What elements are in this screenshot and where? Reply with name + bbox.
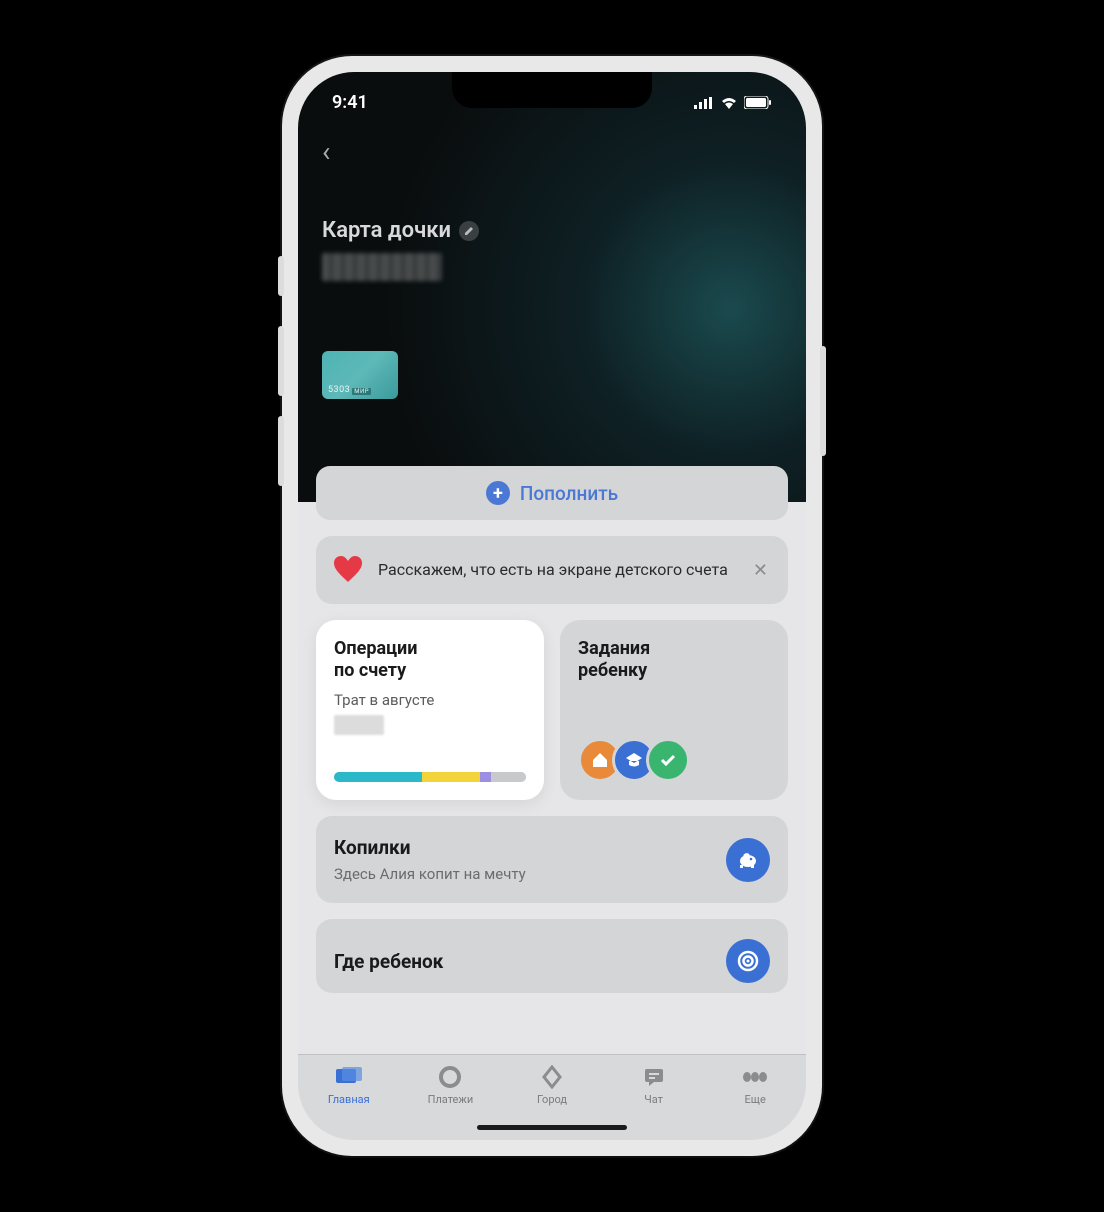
tab-payments[interactable]: Платежи (400, 1065, 502, 1106)
piggy-icon (726, 838, 770, 882)
pencil-icon (464, 226, 474, 236)
card-icon (335, 1065, 363, 1089)
tasks-tile[interactable]: Задания ребенку (560, 620, 788, 800)
tile-title-line: Задания (578, 638, 650, 659)
amount-redacted (334, 715, 384, 735)
tile-title-line: Операции (334, 638, 417, 659)
heart-icon (332, 554, 364, 586)
topup-button[interactable]: + Пополнить (316, 466, 788, 520)
edit-button[interactable] (459, 221, 479, 241)
diamond-icon (538, 1065, 566, 1089)
check-icon (646, 738, 690, 782)
tile-subtitle: Трат в августе (334, 691, 526, 709)
tab-label: Главная (328, 1093, 370, 1106)
home-indicator[interactable] (477, 1125, 627, 1130)
spending-bar (334, 772, 526, 782)
status-time: 9:41 (332, 92, 368, 113)
content-area: + Пополнить Расскажем, что есть на экран… (298, 466, 806, 993)
tab-label: Чат (644, 1093, 663, 1106)
piggy-subtitle: Здесь Алия копит на мечту (334, 865, 726, 883)
side-button (278, 416, 284, 486)
operations-tile[interactable]: Операции по счету Трат в августе (316, 620, 544, 800)
piggy-title: Копилки (334, 836, 726, 859)
tab-bar: Главная Платежи Город Чат Еще (298, 1054, 806, 1140)
back-button[interactable]: ‹ (322, 135, 330, 168)
circle-icon (436, 1065, 464, 1089)
tab-more[interactable]: Еще (704, 1065, 806, 1106)
tab-home[interactable]: Главная (298, 1065, 400, 1106)
dots-icon (741, 1065, 769, 1089)
notch (452, 72, 652, 108)
tab-label: Город (537, 1093, 567, 1106)
location-card[interactable]: Где ребенок (316, 919, 788, 993)
screen: 9:41 ‹ Карта дочки 5303 МИР (298, 72, 806, 1140)
tile-title-line: по счету (334, 660, 406, 681)
wifi-icon (720, 96, 738, 109)
plus-icon: + (486, 481, 510, 505)
piggy-card[interactable]: Копилки Здесь Алия копит на мечту (316, 816, 788, 903)
side-button (278, 326, 284, 396)
battery-icon (744, 96, 772, 109)
signal-icon (694, 97, 714, 109)
tab-label: Платежи (428, 1093, 474, 1106)
info-text: Расскажем, что есть на экране детского с… (378, 559, 735, 581)
close-button[interactable]: ✕ (749, 556, 772, 585)
card-scheme: МИР (352, 388, 371, 395)
tab-label: Еще (745, 1093, 766, 1106)
tab-chat[interactable]: Чат (603, 1065, 705, 1106)
task-badges (578, 738, 690, 782)
account-header: 9:41 ‹ Карта дочки 5303 МИР (298, 72, 806, 502)
balance-redacted (322, 253, 442, 281)
chat-icon (640, 1065, 668, 1089)
location-title: Где ребенок (334, 950, 726, 973)
status-icons (694, 96, 772, 109)
info-banner[interactable]: Расскажем, что есть на экране детского с… (316, 536, 788, 604)
tab-city[interactable]: Город (501, 1065, 603, 1106)
card-thumbnail[interactable]: 5303 МИР (322, 351, 398, 399)
card-digits: 5303 (328, 385, 350, 395)
side-button (820, 346, 826, 456)
tile-title-line: ребенку (578, 660, 647, 681)
phone-frame: 9:41 ‹ Карта дочки 5303 МИР (282, 56, 822, 1156)
topup-label: Пополнить (520, 482, 618, 505)
target-icon (726, 939, 770, 983)
card-title: Карта дочки (322, 218, 451, 243)
side-button (278, 256, 284, 296)
